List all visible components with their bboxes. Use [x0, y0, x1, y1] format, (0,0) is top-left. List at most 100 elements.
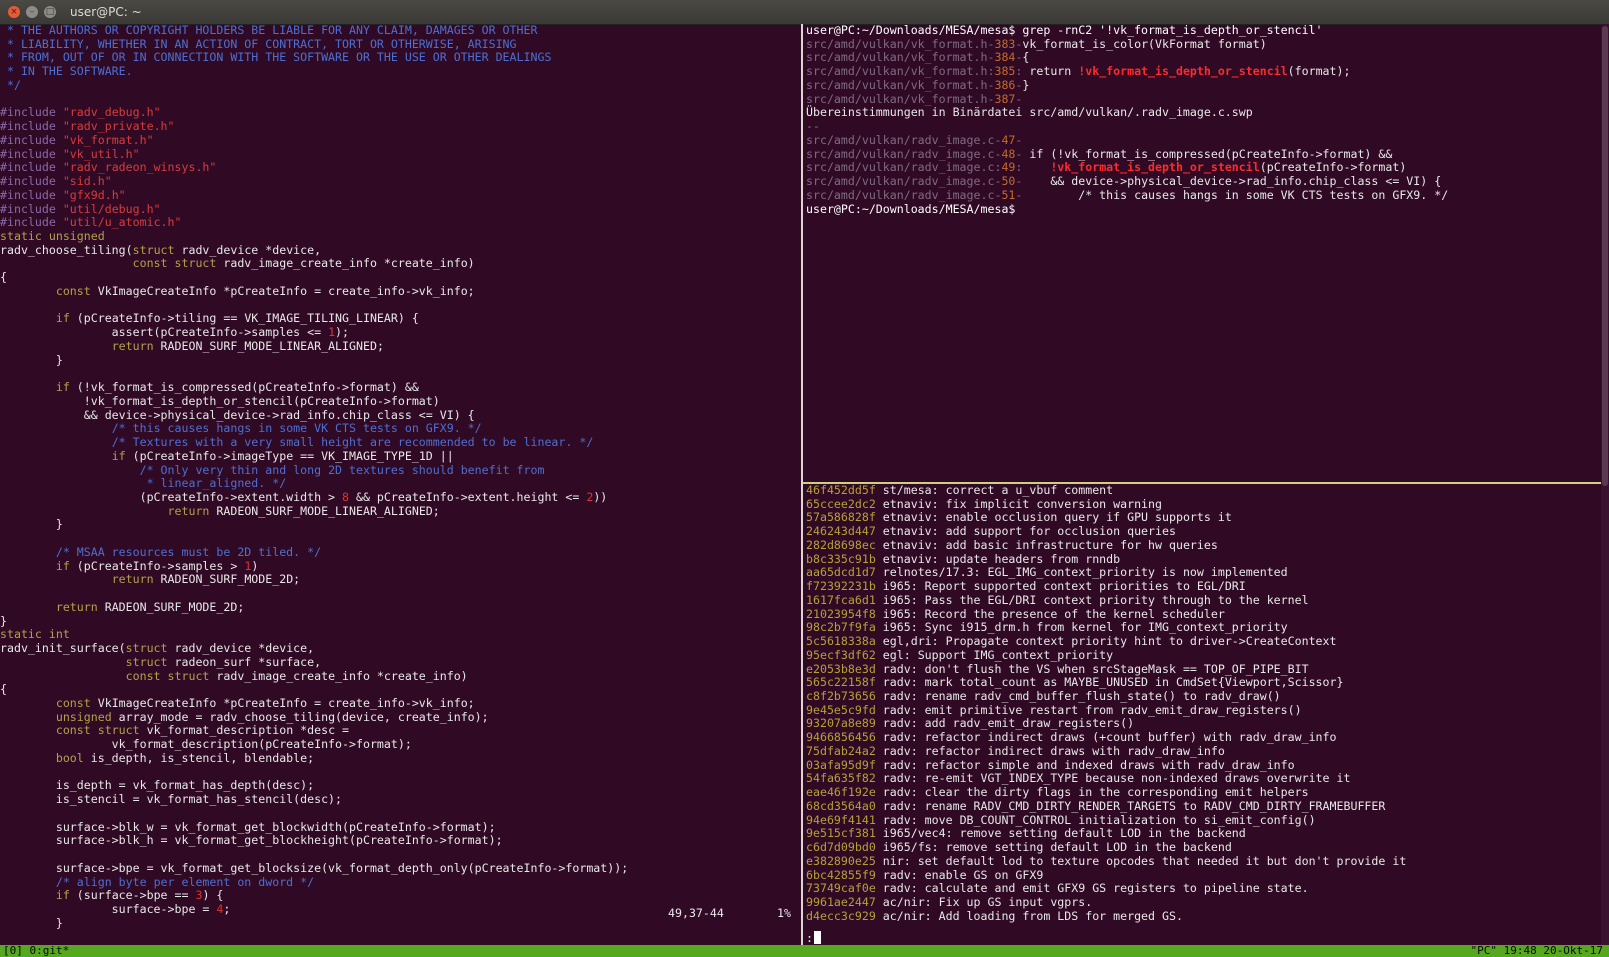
code-token: RADEON_SURF_MODE_2D;	[153, 572, 301, 587]
code-token: {	[0, 682, 7, 697]
code-line: * IN THE SOFTWARE.	[0, 64, 801, 79]
close-window-icon[interactable]: ×	[8, 6, 20, 18]
pane-divider-vertical[interactable]	[801, 24, 803, 945]
commit-message: ac/nir: Fix up GS input vgprs.	[882, 895, 1093, 910]
commit-hash: 03afa95d9f	[806, 757, 876, 772]
code-line: const VkImageCreateInfo *pCreateInfo = c…	[0, 696, 801, 711]
minimize-window-icon[interactable]: –	[26, 6, 38, 18]
code-token: "radv_radeon_winsys.h"	[62, 160, 217, 175]
code-token: RADEON_SURF_MODE_LINEAR_ALIGNED;	[209, 503, 440, 518]
commit-message: radv: enable GS on GFX9	[882, 867, 1044, 882]
code-token: }	[0, 613, 7, 628]
grep-line: src/amd/vulkan/radv_image.c-51- /* this …	[806, 187, 1601, 203]
terminal-cursor	[813, 931, 821, 944]
commit-row: 5c5618338a egl,dri: Propagate context pr…	[806, 634, 1601, 649]
code-token: #include	[0, 160, 63, 175]
commit-row: 9e45e5c9fd radv: emit primitive restart …	[806, 702, 1601, 718]
code-line: * LIABILITY, WHETHER IN AN ACTION OF CON…	[0, 37, 801, 52]
commit-message: radv: refactor indirect draws with radv_…	[882, 743, 1225, 758]
commit-hash: 565c22158f	[806, 675, 876, 690]
code-line: }	[0, 613, 801, 629]
code-token: is_stencil = vk_format_has_stencil(desc)…	[0, 792, 343, 807]
code-line: if (!vk_format_is_compressed(pCreateInfo…	[0, 380, 801, 395]
commit-message: radv: refactor indirect draws (+count bu…	[882, 730, 1337, 745]
code-token: (!vk_format_is_compressed(pCreateInfo->f…	[69, 380, 419, 395]
commit-row: e2053b8e3d radv: don't flush the VS when…	[806, 662, 1601, 677]
grep-terminal-pane[interactable]: user@PC:~/Downloads/MESA/mesa$ grep -rnC…	[806, 24, 1601, 482]
commit-hash: 1617fca6d1	[806, 592, 876, 607]
commit-row: 46f452dd5f st/mesa: correct a u_vbuf com…	[806, 484, 1601, 498]
code-token: }	[0, 517, 63, 532]
grep-token: vk_format_is_color(VkFormat format)	[1022, 36, 1267, 51]
commit-row: 282d8698ec etnaviv: add basic infrastruc…	[806, 538, 1601, 553]
commit-hash: b8c335c91b	[806, 551, 876, 566]
code-line: radv_choose_tiling(struct radv_device *d…	[0, 243, 801, 258]
code-line: is_stencil = vk_format_has_stencil(desc)…	[0, 792, 801, 807]
git-log-pane[interactable]: 46f452dd5f st/mesa: correct a u_vbuf com…	[806, 484, 1601, 944]
code-token: (pCreateInfo->samples >	[69, 558, 245, 573]
commit-message: radv: calculate and emit GFX9 GS registe…	[882, 881, 1309, 896]
vim-cursor-position: 49,37-44	[668, 906, 724, 920]
commit-message: etnaviv: enable occlusion query if GPU s…	[882, 510, 1232, 525]
grep-line: --	[806, 119, 1601, 134]
code-token: * IN THE SOFTWARE.	[0, 64, 133, 79]
code-line: surface->blk_h = vk_format_get_blockheig…	[0, 833, 801, 848]
code-line: return RADEON_SURF_MODE_2D;	[0, 599, 801, 615]
commit-message: radv: emit primitive restart from radv_e…	[882, 702, 1302, 717]
grep-token: src/amd/vulkan/vk_format.h	[806, 91, 988, 106]
code-line: #include "vk_util.h"	[0, 147, 801, 162]
commit-hash: 9466856456	[806, 730, 876, 745]
code-line: assert(pCreateInfo->samples <= 1);	[0, 325, 801, 340]
code-line: const struct radv_image_create_info *cre…	[0, 669, 801, 684]
vim-editor-pane[interactable]: * THE AUTHORS OR COPYRIGHT HOLDERS BE LI…	[0, 24, 801, 945]
code-token: static int	[0, 627, 70, 642]
code-line: /* this causes hangs in some VK CTS test…	[0, 421, 801, 436]
code-line: * linear_aligned. */	[0, 476, 801, 491]
grep-token: 384	[994, 50, 1016, 65]
code-token: ))	[593, 489, 608, 504]
code-token: /* MSAA resources must be 2D tiled. */	[55, 544, 322, 559]
code-line: * FROM, OUT OF OR IN CONNECTION WITH THE…	[0, 51, 801, 65]
commit-hash: eae46f192e	[806, 785, 876, 800]
code-line: #include "util/debug.h"	[0, 202, 801, 217]
code-line: && device->physical_device->rad_info.chi…	[0, 408, 801, 423]
commit-hash: 46f452dd5f	[806, 484, 876, 497]
code-token: /* align byte per element on dword */	[55, 874, 315, 889]
code-line: const struct radv_image_create_info *cre…	[0, 257, 801, 271]
code-line: static unsigned	[0, 229, 801, 244]
commit-row: 73749caf0e radv: calculate and emit GFX9…	[806, 881, 1601, 896]
tmux-status-bar: [0] 0:git* "PC" 19:48 20-Okt-17	[0, 945, 1609, 957]
pager-prompt[interactable]: :	[806, 931, 821, 945]
commit-hash: 5c5618338a	[806, 634, 876, 649]
commit-message: radv: rename RADV_CMD_DIRTY_RENDER_TARGE…	[882, 798, 1386, 813]
code-token: if	[55, 380, 70, 395]
code-token: if	[55, 888, 70, 903]
tmux-window-list[interactable]: [0] 0:git*	[3, 945, 69, 957]
window-titlebar: × – □ user@PC: ~	[0, 0, 1609, 25]
code-token: ) {	[202, 888, 224, 903]
grep-token: src/amd/vulkan/radv_image.c	[806, 146, 995, 161]
code-token: (pCreateInfo->imageType == VK_IMAGE_TYPE…	[125, 448, 454, 463]
code-token: );	[335, 325, 350, 340]
grep-token: !vk_format_is_depth_or_stencil	[1078, 64, 1288, 79]
commit-hash: 68cd3564a0	[806, 798, 876, 813]
code-line: radv_init_surface(struct radv_device *de…	[0, 641, 801, 656]
code-line: surface->bpe = vk_format_get_blocksize(v…	[0, 861, 801, 876]
maximize-window-icon[interactable]: □	[44, 6, 56, 18]
code-token: (pCreateInfo->extent.width >	[0, 489, 343, 504]
code-token: #include	[0, 105, 63, 120]
commit-row: b8c335c91b etnaviv: update headers from …	[806, 551, 1601, 567]
commit-hash: 9e515cf381	[806, 826, 876, 841]
code-token: RADEON_SURF_MODE_2D;	[97, 599, 245, 614]
terminal-scrollbar[interactable]	[1601, 24, 1609, 945]
code-token: unsigned	[55, 709, 112, 724]
code-line: return RADEON_SURF_MODE_LINEAR_ALIGNED;	[0, 339, 801, 354]
grep-token: 51	[1001, 187, 1016, 202]
commit-hash: 21023954f8	[806, 606, 876, 621]
